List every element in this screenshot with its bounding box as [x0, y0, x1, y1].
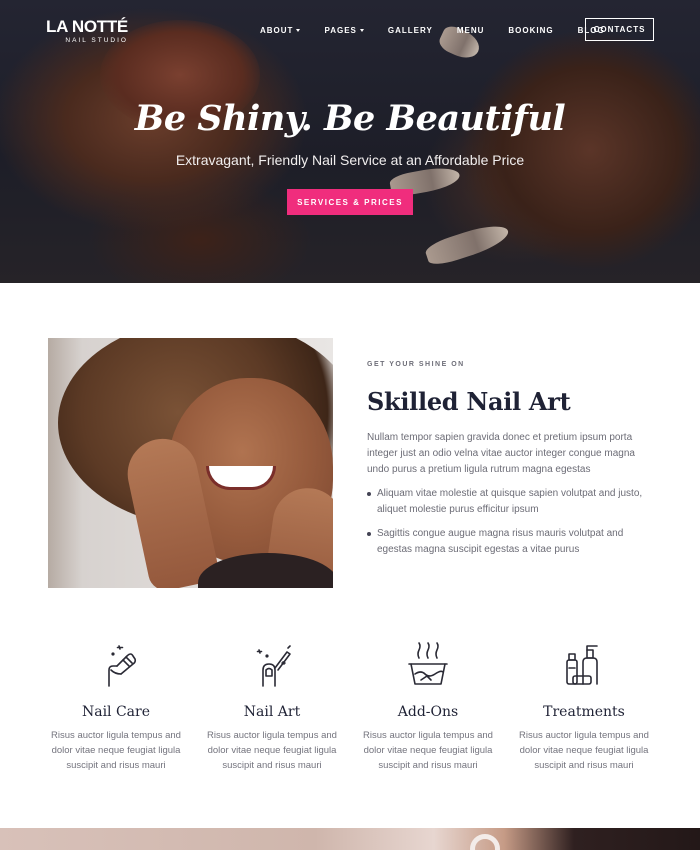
- service-nail-care[interactable]: Nail Care Risus auctor ligula tempus and…: [38, 640, 194, 773]
- hero-title: Be Shiny. Be Beautiful: [134, 98, 566, 139]
- service-add-ons[interactable]: Add-Ons Risus auctor ligula tempus and d…: [350, 640, 506, 773]
- nail-polish-brush-icon: [256, 645, 291, 687]
- list-item: Sagittis congue augue magna risus mauris…: [367, 526, 657, 558]
- service-nail-art[interactable]: Nail Art Risus auctor ligula tempus and …: [194, 640, 350, 773]
- hero-subtitle: Extravagant, Friendly Nail Service at an…: [175, 152, 525, 168]
- nav-item-about[interactable]: ABOUT: [260, 24, 301, 36]
- nail-soak-bowl-icon: [408, 642, 448, 685]
- nav-item-label: PAGES: [324, 25, 357, 35]
- service-text: Risus auctor ligula tempus and dolor vit…: [519, 730, 649, 771]
- about-title: Skilled Nail Art: [367, 387, 571, 416]
- hero-section: LA NOTTÉ NAIL STUDIO ABOUT PAGES GALLERY…: [0, 0, 700, 283]
- nav-item-label: ABOUT: [260, 25, 294, 35]
- nav-item-label: MENU: [456, 25, 485, 35]
- service-title: Nail Art: [243, 704, 301, 720]
- about-eyebrow: GET YOUR SHINE ON: [367, 361, 465, 368]
- services-row: Nail Care Risus auctor ligula tempus and…: [38, 640, 662, 773]
- nav-item-pages[interactable]: PAGES: [324, 24, 364, 36]
- service-text: Risus auctor ligula tempus and dolor vit…: [363, 730, 493, 771]
- about-bullet-list: Aliquam vitae molestie at quisque sapien…: [367, 486, 657, 566]
- service-text: Risus auctor ligula tempus and dolor vit…: [207, 730, 337, 771]
- about-photo: [48, 338, 333, 588]
- brand-name: LA NOTTÉ: [46, 17, 128, 36]
- next-section-image: [0, 828, 700, 850]
- earring-decoration: [470, 834, 500, 850]
- service-title: Add-Ons: [397, 704, 459, 720]
- service-treatments[interactable]: Treatments Risus auctor ligula tempus an…: [506, 640, 662, 773]
- service-title: Treatments: [543, 704, 625, 720]
- cosmetic-bottles-icon: [566, 645, 598, 685]
- nav-item-booking[interactable]: BOOKING: [508, 24, 553, 36]
- list-item: Aliquam vitae molestie at quisque sapien…: [367, 486, 657, 518]
- brand-logo[interactable]: LA NOTTÉ NAIL STUDIO: [46, 17, 128, 45]
- contacts-button[interactable]: CONTACTS: [585, 18, 654, 41]
- main-nav: ABOUT PAGES GALLERY MENU BOOKING BLOG: [260, 24, 629, 36]
- caret-down-icon: [296, 28, 301, 32]
- nail-file-icon: [108, 645, 137, 687]
- brand-tagline: NAIL STUDIO: [65, 37, 128, 44]
- nav-item-gallery[interactable]: GALLERY: [388, 24, 433, 36]
- nav-item-label: BOOKING: [508, 25, 554, 35]
- about-text: Nullam tempor sapien gravida donec et pr…: [367, 432, 635, 475]
- nav-item-label: GALLERY: [387, 25, 433, 35]
- services-prices-button[interactable]: SERVICES & PRICES: [287, 189, 413, 215]
- service-title: Nail Care: [81, 704, 151, 720]
- service-text: Risus auctor ligula tempus and dolor vit…: [51, 730, 181, 771]
- nav-item-menu[interactable]: MENU: [457, 24, 485, 36]
- caret-down-icon: [359, 28, 364, 32]
